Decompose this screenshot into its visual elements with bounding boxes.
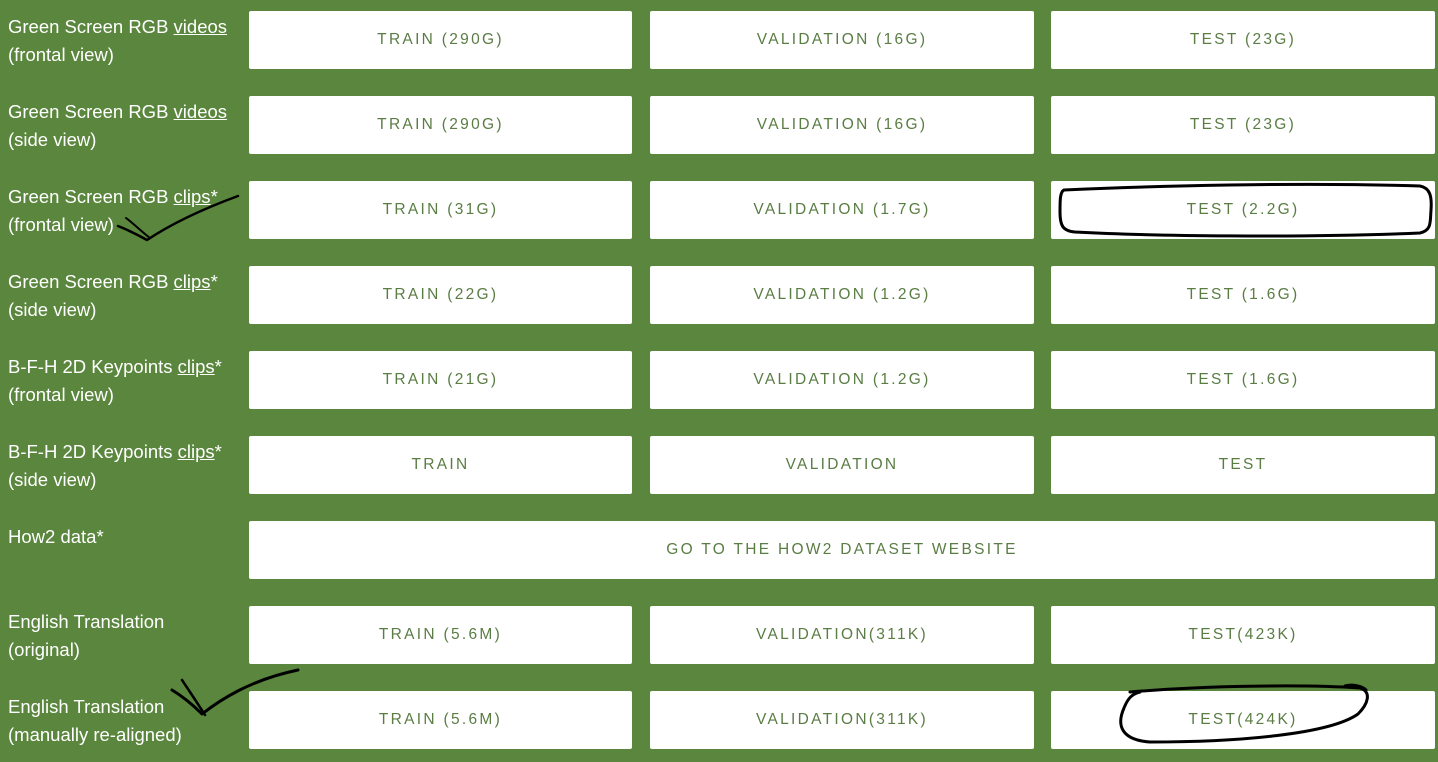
validation-download-button[interactable]: VALIDATION(311K)	[650, 691, 1034, 749]
train-download-button[interactable]: TRAIN (5.6M)	[249, 691, 632, 749]
label-text: B-F-H 2D Keypoints	[8, 356, 178, 377]
asterisk: *	[214, 356, 222, 377]
clips-link[interactable]: clips	[174, 271, 211, 292]
dataset-row-translation-original: English Translation (original) TRAIN (5.…	[0, 595, 1438, 680]
dataset-row-rgb-clips-frontal: Green Screen RGB clips* (frontal view) T…	[0, 170, 1438, 255]
validation-download-button[interactable]: VALIDATION(311K)	[650, 606, 1034, 664]
dataset-row-rgb-videos-frontal: Green Screen RGB videos (frontal view) T…	[0, 0, 1438, 85]
test-download-button[interactable]: TEST (23G)	[1051, 11, 1435, 69]
dataset-row-rgb-clips-side: Green Screen RGB clips* (side view) TRAI…	[0, 255, 1438, 340]
validation-download-button[interactable]: VALIDATION	[650, 436, 1034, 494]
row-label: English Translation (manually re-aligned…	[8, 693, 243, 749]
label-view: (manually re-aligned)	[8, 724, 182, 745]
clips-link[interactable]: clips	[178, 356, 215, 377]
train-download-button[interactable]: TRAIN	[249, 436, 632, 494]
label-text: English Translation	[8, 611, 165, 632]
validation-download-button[interactable]: VALIDATION (1.7G)	[650, 181, 1034, 239]
label-view: (original)	[8, 639, 80, 660]
row-label: Green Screen RGB videos (frontal view)	[8, 13, 243, 69]
label-view: (frontal view)	[8, 384, 114, 405]
train-download-button[interactable]: TRAIN (31G)	[249, 181, 632, 239]
test-download-button[interactable]: TEST	[1051, 436, 1435, 494]
label-text: English Translation	[8, 696, 165, 717]
train-download-button[interactable]: TRAIN (22G)	[249, 266, 632, 324]
label-text: Green Screen RGB	[8, 271, 174, 292]
row-label: Green Screen RGB clips* (side view)	[8, 268, 243, 324]
validation-download-button[interactable]: VALIDATION (1.2G)	[650, 266, 1034, 324]
test-download-button[interactable]: TEST(424K)	[1051, 691, 1435, 749]
dataset-row-translation-realigned: English Translation (manually re-aligned…	[0, 680, 1438, 762]
clips-link[interactable]: clips	[174, 186, 211, 207]
how2-website-button[interactable]: GO TO THE HOW2 DATASET WEBSITE	[249, 521, 1435, 579]
label-view: (side view)	[8, 129, 97, 150]
dataset-row-rgb-videos-side: Green Screen RGB videos (side view) TRAI…	[0, 85, 1438, 170]
asterisk: *	[210, 186, 218, 207]
label-view: (frontal view)	[8, 214, 114, 235]
dataset-row-keypoints-frontal: B-F-H 2D Keypoints clips* (frontal view)…	[0, 340, 1438, 425]
row-label: Green Screen RGB videos (side view)	[8, 98, 243, 154]
train-download-button[interactable]: TRAIN (5.6M)	[249, 606, 632, 664]
row-label: Green Screen RGB clips* (frontal view)	[8, 183, 243, 239]
row-label: B-F-H 2D Keypoints clips* (side view)	[8, 438, 243, 494]
row-label: B-F-H 2D Keypoints clips* (frontal view)	[8, 353, 243, 409]
videos-link[interactable]: videos	[174, 101, 227, 122]
test-download-button[interactable]: TEST(423K)	[1051, 606, 1435, 664]
videos-link[interactable]: videos	[174, 16, 227, 37]
label-text: B-F-H 2D Keypoints	[8, 441, 178, 462]
train-download-button[interactable]: TRAIN (290G)	[249, 11, 632, 69]
validation-download-button[interactable]: VALIDATION (1.2G)	[650, 351, 1034, 409]
label-text: Green Screen RGB	[8, 101, 174, 122]
label-view: (side view)	[8, 469, 97, 490]
asterisk: *	[214, 441, 222, 462]
train-download-button[interactable]: TRAIN (290G)	[249, 96, 632, 154]
dataset-row-how2: How2 data* GO TO THE HOW2 DATASET WEBSIT…	[0, 510, 1438, 595]
row-label: English Translation (original)	[8, 608, 243, 664]
train-download-button[interactable]: TRAIN (21G)	[249, 351, 632, 409]
label-text: Green Screen RGB	[8, 186, 174, 207]
test-download-button[interactable]: TEST (1.6G)	[1051, 266, 1435, 324]
clips-link[interactable]: clips	[178, 441, 215, 462]
asterisk: *	[210, 271, 218, 292]
validation-download-button[interactable]: VALIDATION (16G)	[650, 11, 1034, 69]
dataset-row-keypoints-side: B-F-H 2D Keypoints clips* (side view) TR…	[0, 425, 1438, 510]
label-text: How2 data*	[8, 526, 104, 547]
row-label: How2 data*	[8, 523, 243, 551]
test-download-button[interactable]: TEST (1.6G)	[1051, 351, 1435, 409]
label-view: (frontal view)	[8, 44, 114, 65]
validation-download-button[interactable]: VALIDATION (16G)	[650, 96, 1034, 154]
test-download-button[interactable]: TEST (23G)	[1051, 96, 1435, 154]
label-view: (side view)	[8, 299, 97, 320]
test-download-button[interactable]: TEST (2.2G)	[1051, 181, 1435, 239]
label-text: Green Screen RGB	[8, 16, 174, 37]
